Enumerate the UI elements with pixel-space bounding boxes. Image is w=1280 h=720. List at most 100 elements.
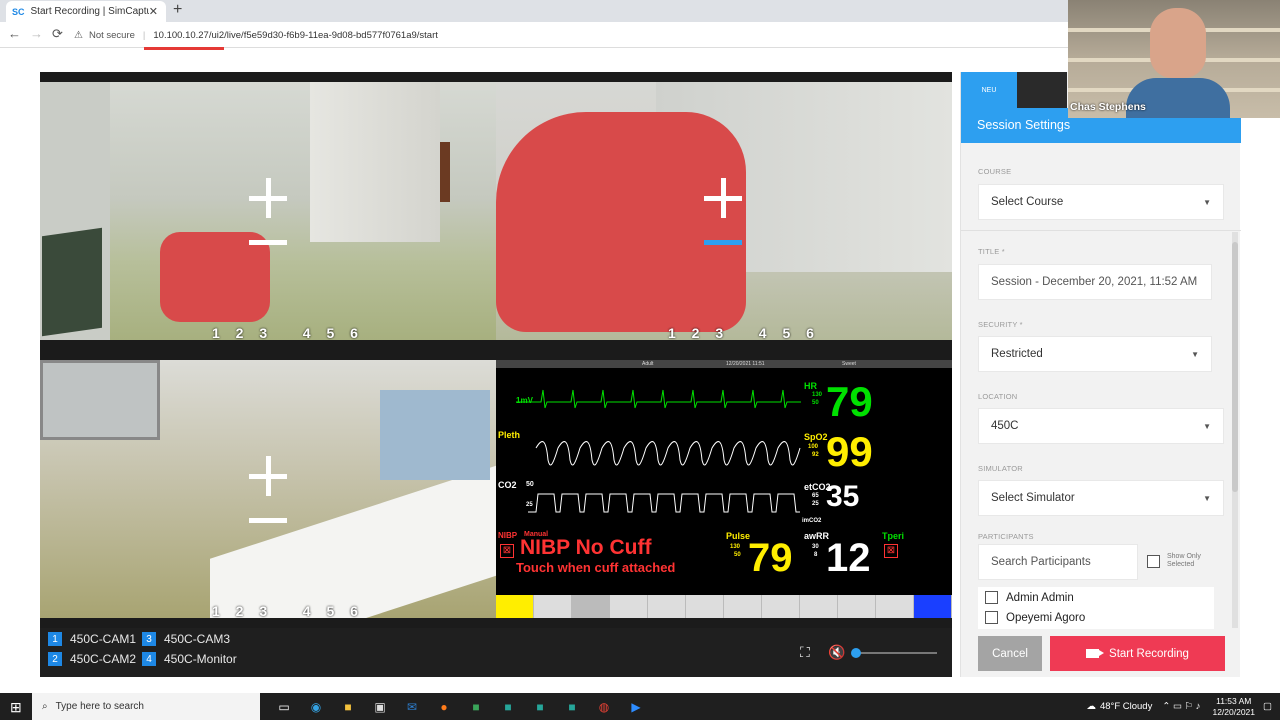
edge-icon[interactable]: ◉ [300, 697, 332, 717]
tray-icons[interactable]: ⌃ ▭ ⚐ ♪ [1162, 701, 1200, 712]
cancel-button[interactable]: Cancel [978, 636, 1042, 671]
nibp-sub-message: Touch when cuff attached [516, 560, 676, 575]
video-pane-cam3[interactable]: 1 2 3 4 5 6 [40, 360, 496, 618]
monitor-key-2[interactable] [534, 595, 572, 618]
participant-name: Opeyemi Agoro [1006, 611, 1086, 624]
camera-label: 450C-CAM2 [70, 652, 137, 666]
panel-tab-settings[interactable]: NEU [961, 72, 1017, 108]
monitor-key-9[interactable] [800, 595, 838, 618]
scrollbar-thumb[interactable] [1232, 242, 1238, 492]
url-input[interactable]: ⚠ Not secure | 10.100.10.27/ui2/live/f5e… [74, 25, 1064, 45]
volume-slider[interactable] [855, 652, 937, 654]
camera-legend-item: 1 450C-CAM1 [48, 632, 136, 646]
panel-scrollbar[interactable] [1232, 232, 1238, 628]
co2-scale-low: 25 [526, 502, 533, 508]
zoom-icon[interactable]: ▶ [620, 697, 652, 717]
firefox-icon[interactable]: ● [428, 697, 460, 717]
pleth-waveform [535, 441, 801, 466]
monitor-key-11[interactable] [876, 595, 914, 618]
spo2-limit-high: 100 [808, 444, 819, 450]
close-tab-icon[interactable]: ✕ [149, 5, 158, 18]
title-value: Session - December 20, 2021, 11:52 AM [991, 276, 1198, 288]
security-select[interactable]: Restricted ▼ [978, 336, 1212, 372]
monitor-key-6[interactable] [686, 595, 724, 618]
start-recording-button[interactable]: Start Recording [1050, 636, 1225, 671]
store-icon[interactable]: ▣ [364, 697, 396, 717]
participant-checkbox[interactable] [985, 591, 998, 604]
fullscreen-icon[interactable]: ⛶ [800, 644, 810, 661]
app-icon-teal3[interactable]: ■ [556, 697, 588, 717]
list-item[interactable]: Admin Admin [985, 591, 1074, 604]
video-pane-cam2[interactable]: 1 2 3 4 5 6 [496, 82, 952, 340]
notifications-icon[interactable]: ▢ [1263, 701, 1272, 712]
mute-icon[interactable]: 🔇 [828, 644, 845, 661]
add-input-control[interactable] [249, 456, 289, 526]
app-icon-teal[interactable]: ■ [492, 697, 524, 717]
video-pane-cam1[interactable]: 1 2 3 4 5 6 [40, 82, 496, 340]
camera-number-badge: 3 [142, 632, 156, 646]
location-select[interactable]: 450C ▼ [978, 408, 1224, 444]
camera-number-badge: 4 [142, 652, 156, 666]
hr-limit-low: 50 [812, 400, 819, 406]
simcapture-favicon-icon: SC [12, 6, 25, 17]
participant-checkbox[interactable] [985, 611, 998, 624]
video-pane-monitor[interactable]: Adult 12/20/2021 11:51 Sweet 1mV HR 130 … [496, 360, 952, 618]
chrome-icon[interactable]: ◍ [588, 697, 620, 717]
course-select[interactable]: Select Course ▼ [978, 184, 1224, 220]
app-icon-green[interactable]: ■ [460, 697, 492, 717]
monitor-key-4[interactable] [610, 595, 648, 618]
volume-slider-handle[interactable] [851, 648, 861, 658]
camera-label: 450C-Monitor [164, 652, 237, 666]
simulator-label: SIMULATOR [978, 464, 1023, 473]
presenter-name: Chas Stephens [1070, 101, 1146, 113]
page-loading-bar [144, 47, 224, 50]
monitor-key-10[interactable] [838, 595, 876, 618]
list-item[interactable]: Opeyemi Agoro [985, 611, 1085, 624]
participants-search-input[interactable]: Search Participants [978, 544, 1138, 580]
awrr-limit-high: 30 [812, 544, 819, 550]
warning-icon: ⚠ [74, 29, 83, 41]
monitor-cart [42, 227, 102, 337]
chevron-down-icon: ▼ [1203, 493, 1211, 503]
pulse-value: 79 [748, 536, 793, 580]
camera-label: 450C-CAM1 [70, 632, 137, 646]
camera-legend-item: 3 450C-CAM3 [142, 632, 230, 646]
ecg-lead-label: 1mV [516, 396, 533, 405]
chevron-down-icon: ▼ [1191, 349, 1199, 359]
panel-tab-other[interactable] [1017, 72, 1067, 108]
monitor-key-1[interactable] [496, 595, 534, 618]
monitor-key-3[interactable] [572, 595, 610, 618]
monitor-key-8[interactable] [762, 595, 800, 618]
slot-numbers: 1 2 3 4 5 6 [212, 325, 364, 340]
weather-icon: ☁ [1086, 701, 1096, 712]
security-label: SECURITY * [978, 320, 1023, 329]
clock[interactable]: 11:53 AM 12/20/2021 [1212, 696, 1255, 718]
curtain [310, 82, 440, 242]
presenter-head [1150, 8, 1206, 78]
new-tab-button[interactable]: + [173, 1, 182, 19]
camera-number-badge: 2 [48, 652, 62, 666]
task-view-icon[interactable]: ▭ [268, 697, 300, 717]
monitor-key-7[interactable] [724, 595, 762, 618]
forward-arrow-icon[interactable]: → [30, 26, 43, 41]
browser-tab[interactable]: SC Start Recording | SimCapture ✕ [6, 1, 166, 22]
monitor-key-5[interactable] [648, 595, 686, 618]
url-separator: | [142, 29, 146, 41]
title-input[interactable]: Session - December 20, 2021, 11:52 AM [978, 264, 1212, 300]
nibp-message[interactable]: NIBP No Cuff [520, 536, 651, 560]
system-tray: ☁ 48°F Cloudy ⌃ ▭ ⚐ ♪ 11:53 AM 12/20/202… [1086, 693, 1280, 720]
weather-text[interactable]: 48°F Cloudy [1100, 701, 1152, 712]
add-input-control[interactable] [704, 178, 744, 248]
mail-icon[interactable]: ✉ [396, 697, 428, 717]
reload-icon[interactable]: ⟳ [52, 26, 63, 42]
add-input-control[interactable] [249, 178, 289, 248]
back-arrow-icon[interactable]: ← [8, 26, 21, 41]
etco2-limit-high: 65 [812, 493, 819, 499]
taskbar-search[interactable]: ⌕ Type here to search [32, 693, 260, 720]
app-icon-teal2[interactable]: ■ [524, 697, 556, 717]
windows-start-icon[interactable]: ⊞ [10, 699, 22, 716]
simulator-select[interactable]: Select Simulator ▼ [978, 480, 1224, 516]
file-explorer-icon[interactable]: ■ [332, 697, 364, 717]
show-only-selected-checkbox[interactable] [1147, 555, 1160, 568]
monitor-key-12[interactable] [914, 595, 952, 618]
